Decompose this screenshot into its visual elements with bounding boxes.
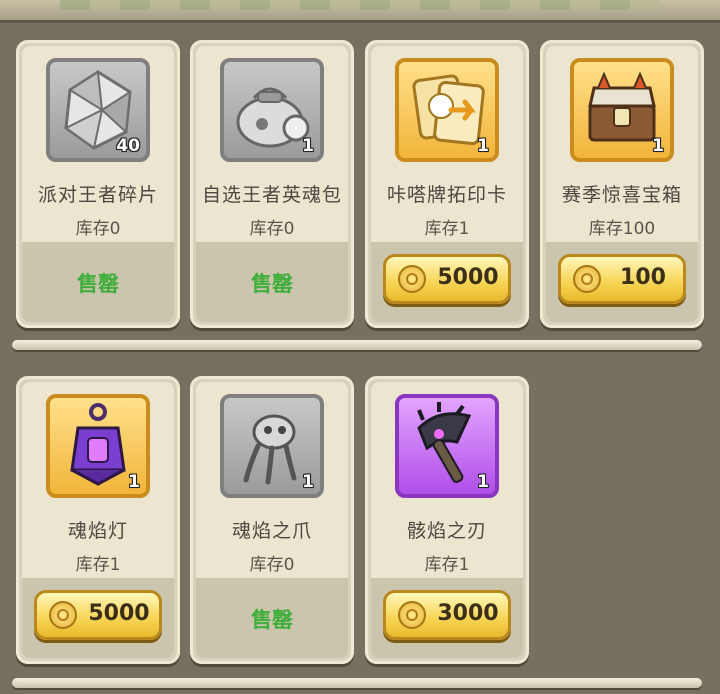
item-name: 自选王者英魂包 xyxy=(201,184,342,206)
soul-bag-icon: 1 xyxy=(220,58,324,162)
treasure-chest-icon: 1 xyxy=(570,58,674,162)
coin-icon xyxy=(398,265,426,293)
shelf-divider xyxy=(12,678,702,688)
buy-price-button[interactable]: 100 xyxy=(558,254,686,304)
item-quantity: 40 xyxy=(116,136,140,156)
item-quantity: 1 xyxy=(652,136,664,156)
shop-item-card[interactable]: 1 赛季惊喜宝箱 库存100 100 xyxy=(540,40,704,328)
item-stock: 库存0 xyxy=(249,555,295,575)
price-value: 100 xyxy=(620,265,666,290)
price-value: 5000 xyxy=(88,601,150,626)
item-stock: 库存100 xyxy=(588,219,656,239)
shop-item-card[interactable]: 1 魂焰灯 库存1 5000 xyxy=(16,376,180,664)
shelf-divider xyxy=(12,340,702,350)
buy-price-button[interactable]: 5000 xyxy=(34,590,162,640)
shop-item-card[interactable]: 1 骸焰之刃 库存1 3000 xyxy=(365,376,529,664)
buy-price-button[interactable]: 5000 xyxy=(383,254,511,304)
item-quantity: 1 xyxy=(128,472,140,492)
axe-blade-icon: 1 xyxy=(395,394,499,498)
shop-item-card[interactable]: 1 魂焰之爪 库存0 售罄 xyxy=(190,376,354,664)
card-print-icon: 1 xyxy=(395,58,499,162)
item-quantity: 1 xyxy=(302,136,314,156)
item-name: 咔嗒牌拓印卡 xyxy=(386,184,507,206)
item-quantity: 1 xyxy=(302,472,314,492)
item-name: 魂焰之爪 xyxy=(231,520,312,542)
item-quantity: 1 xyxy=(477,472,489,492)
shop-item-card[interactable]: 1 咔嗒牌拓印卡 库存1 5000 xyxy=(365,40,529,328)
sold-out-label: 售罄 xyxy=(251,272,293,296)
coin-icon xyxy=(49,601,77,629)
item-stock: 库存1 xyxy=(424,555,470,575)
item-stock: 库存0 xyxy=(249,219,295,239)
item-quantity: 1 xyxy=(477,136,489,156)
item-name: 魂焰灯 xyxy=(67,520,128,542)
item-name: 赛季惊喜宝箱 xyxy=(561,184,682,206)
grass-decoration xyxy=(60,0,660,10)
claw-icon: 1 xyxy=(220,394,324,498)
item-stock: 库存1 xyxy=(75,555,121,575)
crystal-shard-icon: 40 xyxy=(46,58,150,162)
item-stock: 库存0 xyxy=(75,219,121,239)
price-value: 3000 xyxy=(437,601,499,626)
sold-out-label: 售罄 xyxy=(251,608,293,632)
item-stock: 库存1 xyxy=(424,219,470,239)
item-name: 派对王者碎片 xyxy=(37,184,158,206)
top-banner-strip xyxy=(0,0,720,23)
coin-icon xyxy=(398,601,426,629)
shop-item-card[interactable]: 40 派对王者碎片 库存0 售罄 xyxy=(16,40,180,328)
coin-icon xyxy=(573,265,601,293)
shop-item-card[interactable]: 1 自选王者英魂包 库存0 售罄 xyxy=(190,40,354,328)
buy-price-button[interactable]: 3000 xyxy=(383,590,511,640)
item-name: 骸焰之刃 xyxy=(406,520,487,542)
price-value: 5000 xyxy=(437,265,499,290)
soul-lantern-icon: 1 xyxy=(46,394,150,498)
sold-out-label: 售罄 xyxy=(77,272,119,296)
